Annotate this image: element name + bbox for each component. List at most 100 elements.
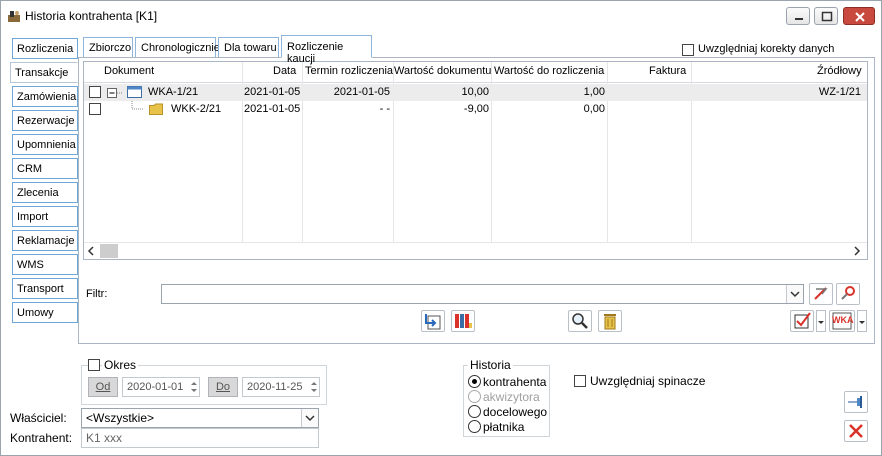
do-button[interactable]: Do (208, 377, 238, 397)
cell-wartosc: -9,00 (463, 103, 489, 115)
filter-input[interactable] (161, 284, 804, 304)
wlasciciel-value: <Wszystkie> (86, 411, 155, 425)
okres-checkbox[interactable] (88, 359, 100, 371)
scroll-right-icon[interactable] (852, 246, 862, 256)
tab-zbiorczo[interactable]: Zbiorczo (83, 37, 133, 58)
sidebar-item-rezerwacje[interactable]: Rezerwacje (12, 110, 78, 131)
check-button[interactable] (790, 310, 814, 332)
clear-filter-button[interactable] (809, 283, 833, 305)
historia-label: Historia (468, 358, 513, 372)
radio-docelowego-label: docelowego (483, 405, 548, 419)
filter-dropdown-button[interactable] (786, 285, 803, 303)
radio-platnika[interactable] (468, 420, 481, 433)
sidebar-item-reklamacje[interactable]: Reklamacje (12, 230, 78, 251)
title-bar: Historia kontrahenta [K1] (1, 1, 881, 31)
od-date-value: 2020-01-01 (127, 381, 184, 393)
sidebar-item-wms[interactable]: WMS (12, 254, 78, 275)
od-button[interactable]: Od (88, 377, 118, 397)
chevron-down-icon (818, 321, 824, 324)
table-row[interactable]: WKA-1/21 2021-01-05 2021-01-05 10,00 1,0… (84, 84, 867, 101)
horizontal-scrollbar[interactable] (84, 242, 867, 259)
sidebar-item-crm[interactable]: CRM (12, 158, 78, 179)
window-title: Historia kontrahenta [K1] (25, 9, 158, 23)
tab-label: Dla towaru (224, 42, 277, 54)
korekty-label: Uwzględniaj korekty danych (698, 43, 835, 55)
spinner-icon[interactable] (310, 380, 318, 394)
kontrahent-value: K1 xxx (86, 431, 123, 445)
sidebar-item-import[interactable]: Import (12, 206, 78, 227)
col-header-faktura[interactable]: Faktura (649, 65, 686, 77)
sidebar-item-label: Transport (17, 283, 64, 295)
trash-icon (604, 314, 616, 330)
binders-button[interactable] (451, 310, 475, 332)
radio-akwizytora-label: akwizytora (483, 390, 540, 404)
import-button[interactable] (421, 310, 445, 332)
maximize-icon (821, 11, 833, 22)
maximize-button[interactable] (814, 7, 838, 25)
row-checkbox[interactable] (89, 86, 101, 98)
grid-header: Dokument Data Termin rozliczenia Wartość… (84, 62, 867, 83)
sidebar-item-umowy[interactable]: Umowy (12, 302, 78, 323)
clear-filter-icon (814, 287, 828, 300)
sidebar-item-label: Rozliczenia (17, 43, 74, 55)
col-header-termin[interactable]: Termin rozliczenia (305, 65, 393, 77)
history-window: Historia kontrahenta [K1] Rozliczenia Tr… (0, 0, 882, 456)
sidebar-item-label: Umowy (17, 307, 54, 319)
tab-label: Chronologicznie (141, 42, 220, 54)
sidebar-item-transakcje[interactable]: Transakcje (10, 62, 78, 83)
wka-dropdown-button[interactable] (857, 310, 867, 332)
scroll-left-icon[interactable] (86, 246, 96, 256)
minimize-button[interactable] (786, 7, 810, 25)
wlasciciel-dropdown-button[interactable] (301, 409, 318, 427)
sidebar-item-upomnienia[interactable]: Upomnienia (12, 134, 78, 155)
documents-grid[interactable]: Dokument Data Termin rozliczenia Wartość… (83, 61, 868, 260)
sidebar-item-zlecenia[interactable]: Zlecenia (12, 182, 78, 203)
col-header-do-rozliczenia[interactable]: Wartość do rozliczenia (494, 65, 604, 77)
tab-rozliczenie-kaucji[interactable]: Rozliczenie kaucji (281, 35, 372, 65)
col-header-wartosc[interactable]: Wartość dokumentu (394, 65, 491, 77)
cell-dokument: WKK-2/21 (171, 103, 222, 115)
chevron-down-icon (859, 321, 865, 324)
wlasciciel-label: Właściciel: (10, 411, 67, 425)
col-header-dokument[interactable]: Dokument (104, 65, 154, 77)
table-row[interactable]: WKK-2/21 2021-01-05 - - -9,00 0,00 (84, 101, 867, 118)
do-date-value: 2020-11-25 (247, 381, 303, 393)
tab-chronologicznie[interactable]: Chronologicznie (135, 37, 220, 58)
korekty-checkbox[interactable] (682, 44, 694, 56)
row-checkbox[interactable] (89, 103, 101, 115)
check-dropdown-button[interactable] (816, 310, 826, 332)
chevron-down-icon (790, 291, 800, 298)
okres-label: Okres (102, 358, 139, 372)
radio-platnika-label: płatnika (483, 420, 525, 434)
document-icon (127, 86, 142, 98)
close-icon (855, 12, 865, 22)
filter-builder-button[interactable] (836, 283, 860, 305)
wka-button[interactable]: WKA (829, 310, 855, 332)
sidebar-item-rozliczenia[interactable]: Rozliczenia (12, 38, 78, 59)
do-date-field[interactable]: 2020-11-25 (242, 377, 320, 397)
close-button[interactable] (844, 420, 868, 442)
col-header-zrodlowy[interactable]: Źródłowy (817, 65, 862, 77)
radio-kontrahenta[interactable] (468, 375, 481, 388)
kontrahent-field: K1 xxx (81, 428, 319, 448)
od-date-field[interactable]: 2020-01-01 (122, 377, 200, 397)
import-icon (425, 314, 441, 330)
col-header-data[interactable]: Data (273, 65, 296, 77)
sidebar-item-transport[interactable]: Transport (12, 278, 78, 299)
close-window-button[interactable] (843, 7, 875, 25)
spinner-icon[interactable] (190, 380, 198, 394)
spinacze-checkbox[interactable] (574, 375, 586, 387)
radio-docelowego[interactable] (468, 405, 481, 418)
cell-do-rozliczenia: 0,00 (583, 103, 605, 115)
scroll-thumb[interactable] (100, 244, 118, 258)
preview-button[interactable] (568, 310, 592, 332)
pin-button[interactable] (844, 391, 868, 413)
tab-dla-towaru[interactable]: Dla towaru (218, 37, 279, 58)
wlasciciel-select[interactable]: <Wszystkie> (81, 408, 319, 428)
folder-icon (149, 103, 163, 115)
sidebar-item-zamowienia[interactable]: Zamówienia (12, 86, 78, 107)
kontrahent-label: Kontrahent: (10, 431, 73, 445)
delete-button[interactable] (598, 310, 622, 332)
sidebar-item-label: Rezerwacje (17, 115, 75, 127)
cell-data: 2021-01-05 (244, 86, 301, 98)
